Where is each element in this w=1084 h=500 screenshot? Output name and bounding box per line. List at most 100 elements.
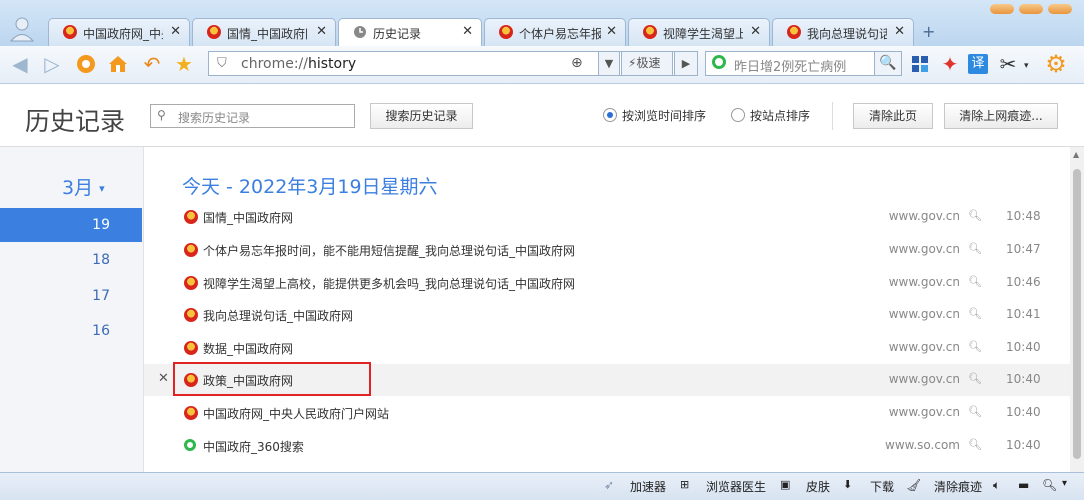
browser-doctor-button[interactable]: 浏览器医生 bbox=[706, 478, 766, 495]
tab-label: 视障学生渴望上高校，能提供更多机会吗 bbox=[663, 27, 743, 41]
gov-emblem-icon bbox=[184, 210, 198, 224]
delete-entry-icon[interactable]: ✕ bbox=[158, 371, 169, 386]
close-icon[interactable]: ✕ bbox=[316, 24, 327, 39]
scrollbar-thumb[interactable] bbox=[1073, 169, 1081, 459]
search-icon: ⚲ bbox=[157, 108, 166, 122]
close-icon[interactable]: ✕ bbox=[170, 24, 181, 39]
day-18[interactable]: 18 bbox=[0, 243, 142, 277]
search-box[interactable]: 昨日增2例死亡病例 bbox=[705, 51, 902, 76]
tab-zongli[interactable]: 我向总理说句话_中国政府网 ✕ bbox=[772, 18, 914, 46]
download-icon: ⬇ bbox=[843, 478, 853, 491]
sort-by-site-radio[interactable] bbox=[731, 108, 745, 122]
zoom-icon[interactable]: ⊕ bbox=[571, 55, 583, 71]
history-title-link[interactable]: 个体户易忘年报时间，能不能用短信提醒_我向总理说句话_中国政府网 bbox=[203, 242, 575, 259]
forward-icon[interactable]: ▷ bbox=[40, 52, 64, 76]
tab-shizhang[interactable]: 视障学生渴望上高校，能提供更多机会吗 ✕ bbox=[628, 18, 770, 46]
game-controller-icon[interactable]: ✦ bbox=[938, 52, 962, 76]
settings-gear-icon[interactable]: ⚙ bbox=[1044, 50, 1068, 78]
refresh-icon[interactable] bbox=[74, 52, 98, 76]
speed-mode-button[interactable]: ⚡极速 bbox=[621, 51, 673, 76]
search-site-icon[interactable]: 🔍︎ bbox=[968, 405, 982, 418]
screenshot-dropdown-icon[interactable]: ▾ bbox=[1024, 61, 1029, 71]
search-site-icon[interactable]: 🔍︎ bbox=[968, 242, 982, 255]
clear-page-button[interactable]: 清除此页 bbox=[853, 103, 933, 129]
search-site-icon[interactable]: 🔍︎ bbox=[968, 372, 982, 385]
history-title-link[interactable]: 我向总理说句话_中国政府网 bbox=[203, 307, 353, 324]
history-domain: www.gov.cn bbox=[888, 405, 960, 419]
tab-gov-home[interactable]: 中国政府网_中央人民政府门户网站 ✕ bbox=[48, 18, 190, 46]
search-suggestion[interactable]: 昨日增2例死亡病例 bbox=[734, 56, 846, 75]
home-icon[interactable] bbox=[106, 52, 130, 76]
close-icon[interactable]: ✕ bbox=[894, 24, 905, 39]
day-19[interactable]: 19 bbox=[0, 208, 142, 242]
chevron-down-icon: ▾ bbox=[99, 182, 105, 195]
history-domain: www.gov.cn bbox=[888, 307, 960, 321]
clear-traces-status-button[interactable]: 清除痕迹 bbox=[934, 478, 982, 495]
close-icon[interactable]: ✕ bbox=[462, 24, 473, 39]
month-selector[interactable]: 3月 ▾ bbox=[62, 173, 105, 200]
history-row[interactable]: 我向总理说句话_中国政府网 www.gov.cn 🔍︎ 10:41 bbox=[144, 299, 1070, 331]
close-window-button[interactable] bbox=[1048, 4, 1072, 14]
zoom-dropdown-icon[interactable]: ▾ bbox=[1062, 478, 1067, 489]
scroll-up-arrow-icon[interactable]: ▲ bbox=[1073, 150, 1079, 159]
search-site-icon[interactable]: 🔍︎ bbox=[968, 275, 982, 288]
back-icon[interactable]: ◀ bbox=[8, 52, 32, 76]
vertical-scrollbar[interactable]: ▲ bbox=[1070, 147, 1084, 472]
history-title-link[interactable]: 中国政府_360搜索 bbox=[203, 438, 304, 455]
tab-history[interactable]: 历史记录 ✕ bbox=[338, 18, 482, 47]
speaker-icon[interactable]: 🔈︎ bbox=[993, 478, 1000, 493]
page-title: 历史记录 bbox=[25, 107, 126, 136]
favorites-star-icon[interactable]: ★ bbox=[172, 52, 196, 76]
apps-grid-icon[interactable] bbox=[908, 52, 932, 76]
tab-label: 个体户易忘年报时间，能不能用短信提醒 bbox=[519, 27, 601, 41]
scissors-icon[interactable]: ✂ bbox=[996, 52, 1020, 76]
day-17[interactable]: 17 bbox=[0, 279, 142, 313]
search-button[interactable]: 🔍 bbox=[874, 51, 902, 76]
translate-button[interactable]: 译 bbox=[966, 52, 990, 76]
broom-icon: 🧹︎ bbox=[906, 478, 922, 492]
search-site-icon[interactable]: 🔍︎ bbox=[968, 307, 982, 320]
undo-close-icon[interactable]: ↶ bbox=[140, 52, 164, 76]
search-site-icon[interactable]: 🔍︎ bbox=[968, 209, 982, 222]
minimize-button[interactable] bbox=[990, 4, 1014, 14]
tab-getihu[interactable]: 个体户易忘年报时间，能不能用短信提醒 ✕ bbox=[484, 18, 626, 46]
sort-by-time-radio[interactable] bbox=[603, 108, 617, 122]
history-row[interactable]: 视障学生渴望上高校，能提供更多机会吗_我向总理说句话_中国政府网 www.gov… bbox=[144, 267, 1070, 299]
gov-emblem-icon bbox=[643, 25, 657, 39]
skin-button[interactable]: 皮肤 bbox=[806, 478, 830, 495]
search-site-icon[interactable]: 🔍︎ bbox=[968, 438, 982, 451]
history-row[interactable]: 国情_中国政府网 www.gov.cn 🔍︎ 10:48 bbox=[144, 201, 1070, 233]
history-search-input[interactable]: ⚲ 搜索历史记录 bbox=[150, 104, 355, 128]
day-16[interactable]: 16 bbox=[0, 314, 142, 348]
history-title-link[interactable]: 中国政府网_中央人民政府门户网站 bbox=[203, 405, 389, 422]
search-site-icon[interactable]: 🔍︎ bbox=[968, 340, 982, 353]
new-tab-button[interactable]: + bbox=[922, 22, 935, 41]
sort-by-site-label[interactable]: 按站点排序 bbox=[750, 107, 810, 124]
history-row[interactable]: 中国政府_360搜索 www.so.com 🔍︎ 10:40 bbox=[144, 430, 1070, 462]
gov-emblem-icon bbox=[184, 243, 198, 257]
history-search-placeholder: 搜索历史记录 bbox=[178, 111, 251, 125]
history-row[interactable]: 中国政府网_中央人民政府门户网站 www.gov.cn 🔍︎ 10:40 bbox=[144, 397, 1070, 429]
user-avatar-icon[interactable] bbox=[8, 14, 36, 42]
address-dropdown-icon[interactable]: ▼ bbox=[598, 51, 620, 76]
history-title-link[interactable]: 数据_中国政府网 bbox=[203, 340, 293, 357]
search-history-button[interactable]: 搜索历史记录 bbox=[370, 103, 473, 129]
history-time: 10:41 bbox=[1006, 307, 1041, 321]
go-arrow-icon[interactable]: ▶ bbox=[674, 51, 698, 76]
sort-by-time-label[interactable]: 按浏览时间排序 bbox=[622, 107, 706, 124]
history-row[interactable]: 个体户易忘年报时间，能不能用短信提醒_我向总理说句话_中国政府网 www.gov… bbox=[144, 234, 1070, 266]
history-title-link[interactable]: 视障学生渴望上高校，能提供更多机会吗_我向总理说句话_中国政府网 bbox=[203, 275, 575, 292]
close-icon[interactable]: ✕ bbox=[750, 24, 761, 39]
download-button[interactable]: 下载 bbox=[870, 478, 894, 495]
history-row[interactable]: 数据_中国政府网 www.gov.cn 🔍︎ 10:40 bbox=[144, 332, 1070, 364]
address-url[interactable]: chrome://history bbox=[241, 56, 356, 72]
zoom-search-icon[interactable]: 🔍︎ bbox=[1042, 478, 1057, 492]
tab-guoqing[interactable]: 国情_中国政府网 ✕ bbox=[192, 18, 336, 46]
screen-icon[interactable]: ▬ bbox=[1018, 478, 1029, 492]
header-divider bbox=[832, 102, 833, 130]
history-title-link[interactable]: 国情_中国政府网 bbox=[203, 209, 293, 226]
accelerator-button[interactable]: 加速器 bbox=[630, 478, 666, 495]
close-icon[interactable]: ✕ bbox=[606, 24, 617, 39]
maximize-button[interactable] bbox=[1019, 4, 1043, 14]
clear-traces-button[interactable]: 清除上网痕迹... bbox=[944, 103, 1058, 129]
